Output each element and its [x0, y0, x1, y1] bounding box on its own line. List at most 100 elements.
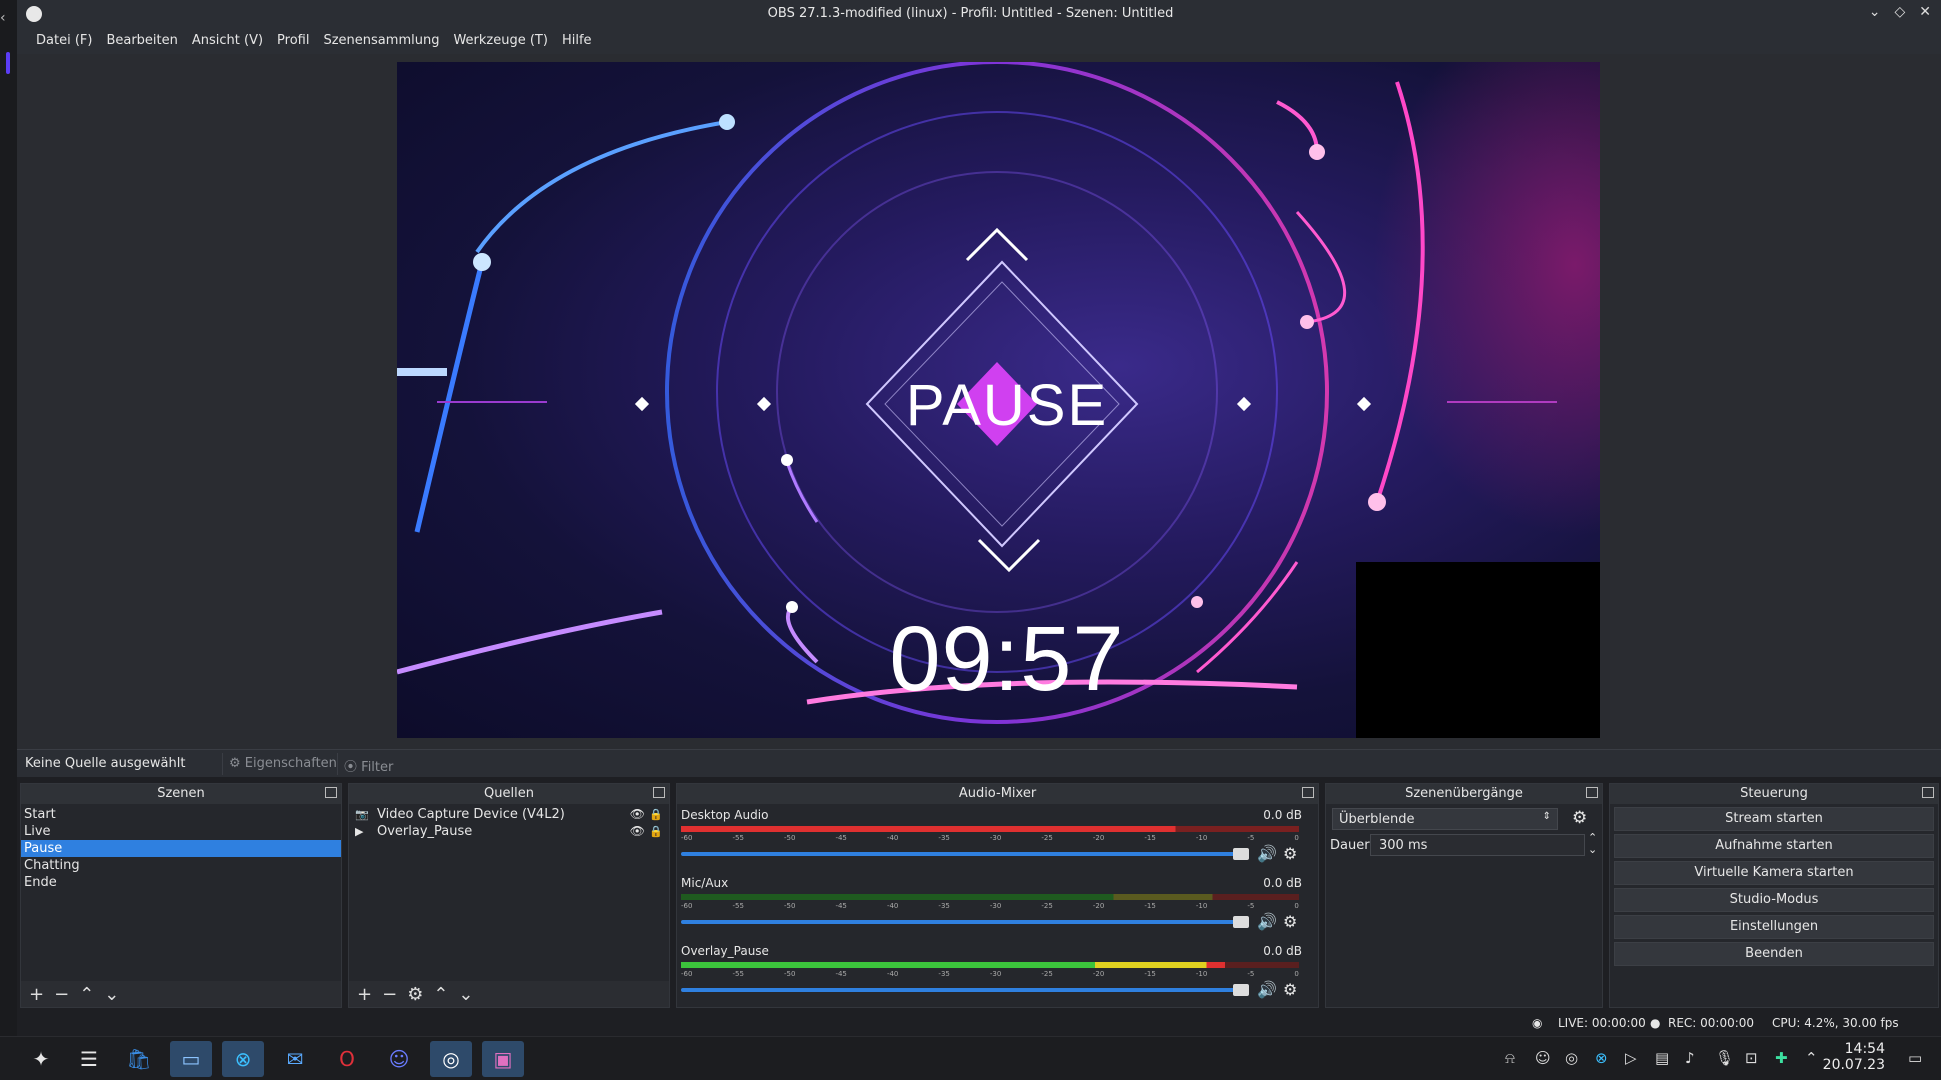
- transitions-dock: Szenenübergänge Überblende ⇕ ⚙ Dauer 300…: [1325, 783, 1603, 1008]
- volume-knob[interactable]: [1233, 848, 1249, 860]
- channel-name: Desktop Audio: [681, 808, 769, 822]
- store-icon[interactable]: 🛍: [118, 1041, 160, 1077]
- menu-view[interactable]: Ansicht (V): [185, 28, 270, 54]
- crossover-icon[interactable]: ⊗: [222, 1041, 264, 1077]
- filter-button[interactable]: ⦿ Filter: [337, 753, 399, 775]
- discord-icon[interactable]: ☺: [378, 1041, 420, 1077]
- record-dot-icon: ●: [1650, 1016, 1661, 1030]
- add-icon[interactable]: +: [29, 984, 44, 1005]
- show-desktop-icon[interactable]: ▭: [1908, 1049, 1922, 1067]
- level-meter: [681, 894, 1299, 900]
- clipboard-icon[interactable]: ▤: [1655, 1049, 1669, 1067]
- menu-edit[interactable]: Bearbeiten: [99, 28, 184, 54]
- sources-dock: Quellen 📷 Video Capture Device (V4L2) 👁 …: [348, 783, 670, 1008]
- remove-icon[interactable]: −: [54, 984, 69, 1005]
- eye-icon[interactable]: 👁: [630, 823, 645, 840]
- volume-slider[interactable]: [681, 852, 1236, 856]
- notification-icon[interactable]: ⍾: [1505, 1049, 1515, 1067]
- float-icon[interactable]: [325, 787, 337, 798]
- gear-icon[interactable]: ⚙: [1283, 844, 1297, 863]
- transition-select[interactable]: Überblende ⇕: [1332, 808, 1558, 830]
- broadcast-icon: ◉: [1532, 1016, 1543, 1030]
- obs-icon[interactable]: ◎: [430, 1041, 472, 1077]
- speaker-icon[interactable]: 🔊: [1257, 844, 1277, 863]
- source-toolbar: Keine Quelle ausgewählt ⚙ Eigenschaften …: [17, 749, 1941, 777]
- volume-slider[interactable]: [681, 988, 1236, 992]
- menu-bar: Datei (F) Bearbeiten Ansicht (V) Profil …: [17, 28, 1941, 54]
- scene-item[interactable]: Ende: [21, 874, 341, 891]
- studio-mode-button[interactable]: Studio-Modus: [1614, 888, 1934, 912]
- source-item[interactable]: ▶ Overlay_Pause 👁 🔒: [349, 823, 669, 840]
- file-manager-icon[interactable]: ▭: [170, 1041, 212, 1077]
- settings-sliders-icon[interactable]: ☰: [68, 1041, 110, 1077]
- duration-stepper-icon[interactable]: ⌃ ⌄: [1588, 832, 1597, 856]
- clock[interactable]: 14:54 20.07.23: [1823, 1041, 1885, 1073]
- volume-slider[interactable]: [681, 920, 1236, 924]
- app-tray-icon[interactable]: ✚: [1775, 1049, 1788, 1067]
- menu-tools[interactable]: Werkzeuge (T): [446, 28, 555, 54]
- source-item[interactable]: 📷 Video Capture Device (V4L2) 👁 🔒: [349, 806, 669, 823]
- scene-item[interactable]: Live: [21, 823, 341, 840]
- eye-icon[interactable]: 👁: [630, 806, 645, 823]
- play-icon: ▶: [355, 825, 364, 838]
- move-down-icon[interactable]: ⌄: [104, 984, 119, 1005]
- properties-button[interactable]: ⚙ Eigenschaften: [222, 753, 343, 775]
- volume-knob[interactable]: [1233, 984, 1249, 996]
- menu-file[interactable]: Datei (F): [29, 28, 99, 54]
- gear-icon[interactable]: ⚙: [1572, 808, 1587, 828]
- move-down-icon[interactable]: ⌄: [458, 984, 473, 1005]
- speaker-icon[interactable]: 🔊: [1257, 980, 1277, 999]
- scene-item[interactable]: Chatting: [21, 857, 341, 874]
- float-icon[interactable]: [1922, 787, 1934, 798]
- media-play-icon[interactable]: ▷: [1625, 1049, 1637, 1067]
- exit-button[interactable]: Beenden: [1614, 942, 1934, 966]
- menu-help[interactable]: Hilfe: [555, 28, 599, 54]
- app-launcher-icon[interactable]: ✦: [20, 1041, 62, 1077]
- scene-item[interactable]: Start: [21, 806, 341, 823]
- speaker-icon[interactable]: 🔊: [1257, 912, 1277, 931]
- screen-recorder-icon[interactable]: ▣: [482, 1041, 524, 1077]
- record-start-button[interactable]: Aufnahme starten: [1614, 834, 1934, 858]
- microphone-icon[interactable]: 🎙: [1715, 1049, 1734, 1067]
- title-bar: OBS 27.1.3-modified (linux) - Profil: Un…: [0, 0, 1941, 28]
- cpu-status: CPU: 4.2%, 30.00 fps: [1772, 1016, 1899, 1030]
- obs-tray-icon[interactable]: ◎: [1565, 1049, 1578, 1067]
- move-up-icon[interactable]: ⌃: [433, 984, 448, 1005]
- opera-icon[interactable]: O: [326, 1041, 368, 1077]
- lock-icon[interactable]: 🔒: [649, 806, 663, 823]
- preview-canvas[interactable]: PAUSE 09:57: [397, 62, 1600, 738]
- lock-icon[interactable]: 🔒: [649, 823, 663, 840]
- filter-icon: ⦿: [344, 760, 358, 775]
- float-icon[interactable]: [653, 787, 665, 798]
- virtual-camera-button[interactable]: Virtuelle Kamera starten: [1614, 861, 1934, 885]
- gear-icon[interactable]: ⚙: [407, 984, 423, 1005]
- scene-item-selected[interactable]: Pause: [21, 840, 341, 857]
- left-panel-strip: ‹: [0, 0, 17, 1036]
- remove-icon[interactable]: −: [382, 984, 397, 1005]
- volume-icon[interactable]: ♪: [1685, 1049, 1695, 1067]
- menu-profile[interactable]: Profil: [270, 28, 316, 54]
- float-icon[interactable]: [1586, 787, 1598, 798]
- float-icon[interactable]: [1302, 787, 1314, 798]
- settings-button[interactable]: Einstellungen: [1614, 915, 1934, 939]
- volume-knob[interactable]: [1233, 916, 1249, 928]
- mail-icon[interactable]: ✉: [274, 1041, 316, 1077]
- menu-scene-collection[interactable]: Szenensammlung: [316, 28, 446, 54]
- discord-tray-icon[interactable]: ☺: [1535, 1049, 1551, 1067]
- no-source-label: Keine Quelle ausgewählt: [25, 756, 186, 771]
- minimize-icon[interactable]: ⌄: [1869, 4, 1881, 20]
- collapse-arrow-icon[interactable]: ‹: [0, 10, 6, 26]
- gear-icon[interactable]: ⚙: [1283, 912, 1297, 931]
- crossover-tray-icon[interactable]: ⊗: [1595, 1049, 1608, 1067]
- close-icon[interactable]: ✕: [1919, 4, 1931, 20]
- maximize-icon[interactable]: ◇: [1894, 4, 1905, 20]
- gear-icon[interactable]: ⚙: [1283, 980, 1297, 999]
- add-icon[interactable]: +: [357, 984, 372, 1005]
- network-icon[interactable]: ⊡: [1745, 1049, 1758, 1067]
- move-up-icon[interactable]: ⌃: [79, 984, 94, 1005]
- taskbar: ✦ ☰ 🛍 ▭ ⊗ ✉ O ☺ ◎ ▣ ⍾ ☺ ◎ ⊗ ▷ ▤ ♪ 🎙 ⊡ ✚ …: [0, 1036, 1941, 1080]
- duration-field[interactable]: 300 ms: [1370, 834, 1585, 856]
- tray-expand-icon[interactable]: ⌃: [1805, 1049, 1818, 1067]
- channel-db: 0.0 dB: [1263, 876, 1302, 890]
- stream-start-button[interactable]: Stream starten: [1614, 807, 1934, 831]
